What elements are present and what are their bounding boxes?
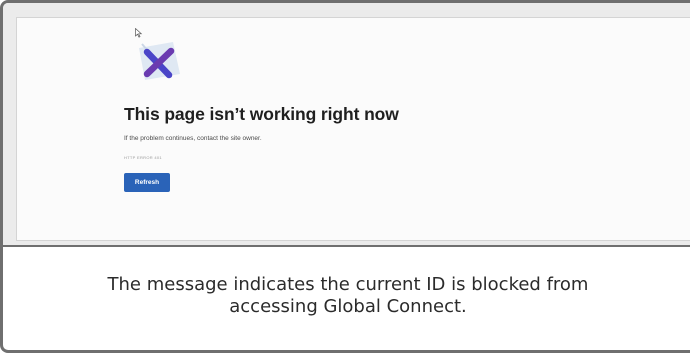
browser-error-screenshot: This page isn’t working right now If the… (16, 17, 690, 241)
error-x-icon (139, 42, 180, 80)
refresh-button[interactable]: Refresh (124, 173, 170, 192)
error-title: This page isn’t working right now (124, 104, 399, 124)
error-message: If the problem continues, contact the si… (124, 135, 262, 142)
caption-text: The message indicates the current ID is … (107, 273, 589, 317)
caption: The message indicates the current ID is … (3, 247, 690, 350)
tutorial-card: This page isn’t working right now If the… (0, 0, 690, 353)
error-code: HTTP ERROR 401 (124, 155, 162, 160)
mouse-cursor-icon (135, 28, 143, 38)
screenshot-area: This page isn’t working right now If the… (3, 3, 690, 247)
